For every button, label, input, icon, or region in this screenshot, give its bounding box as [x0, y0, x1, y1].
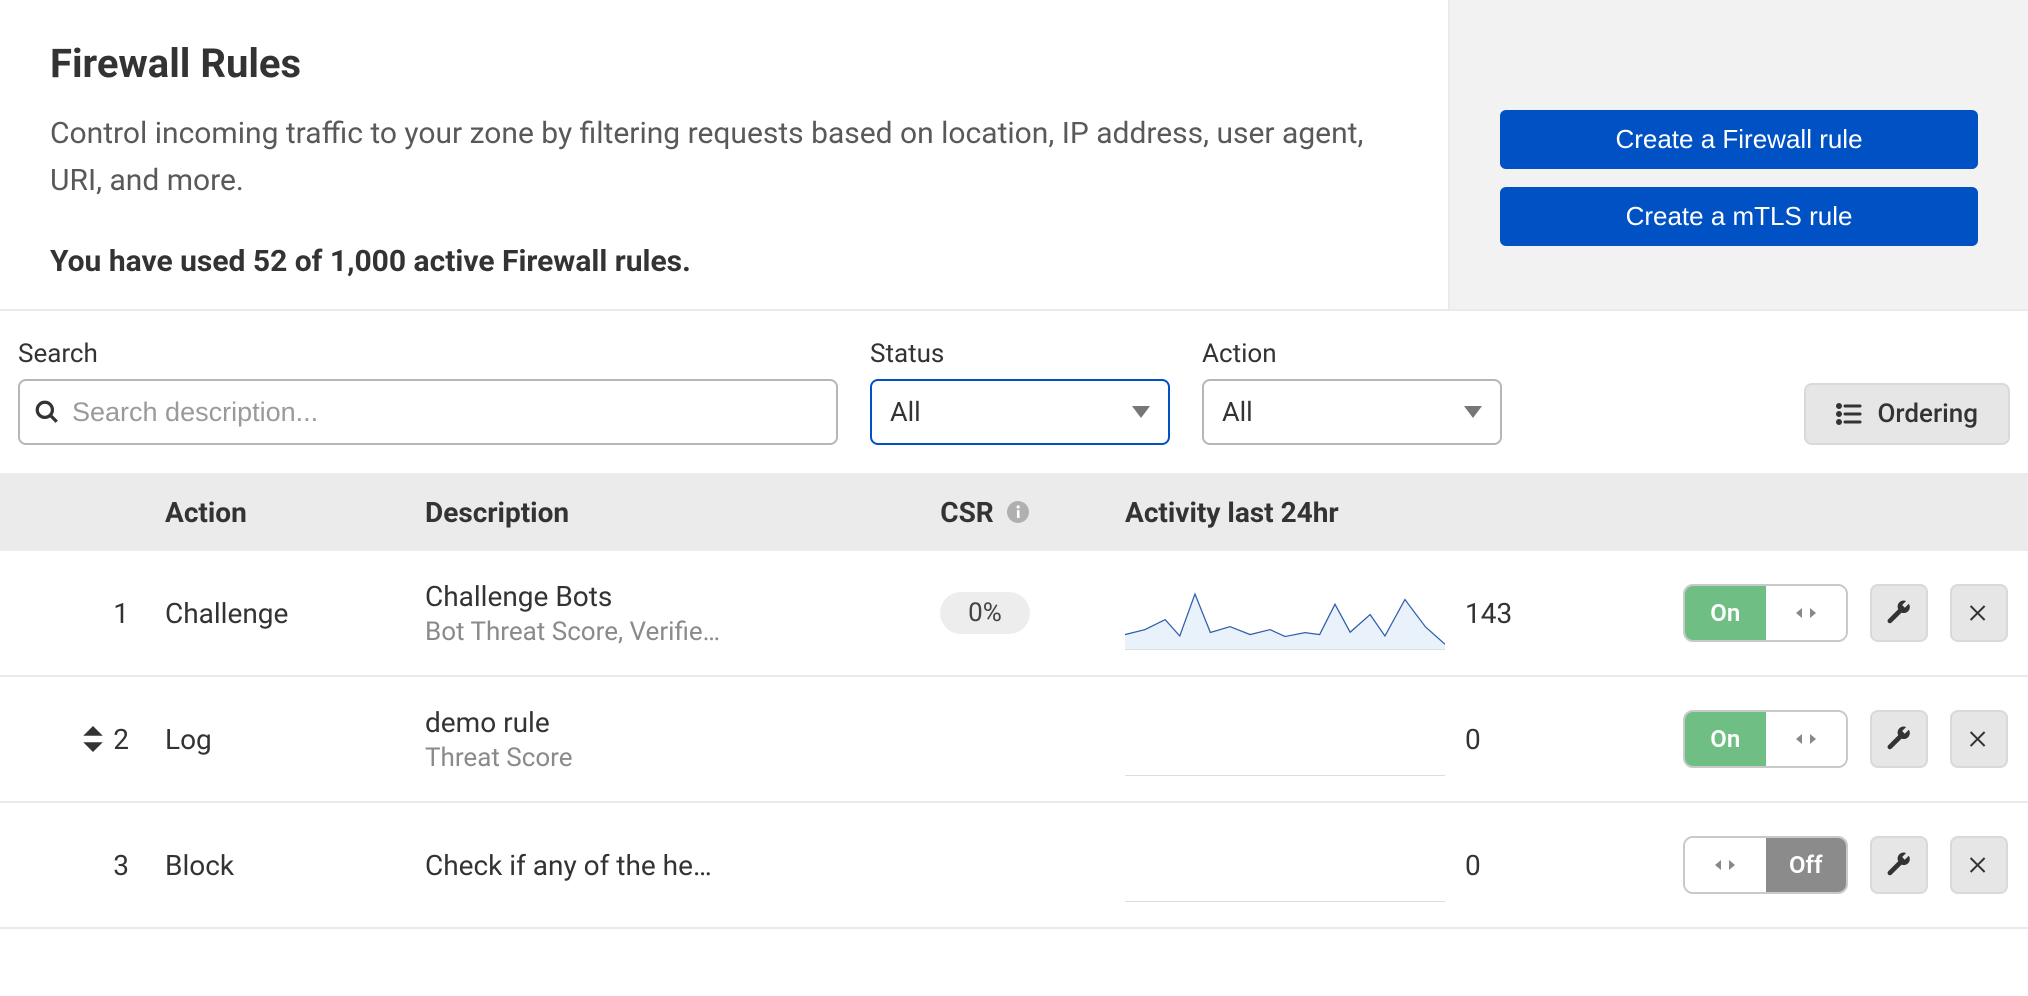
edit-button[interactable]	[1870, 836, 1928, 894]
create-firewall-rule-button[interactable]: Create a Firewall rule	[1500, 110, 1978, 169]
filters-bar: Search Status All Action All	[0, 311, 2028, 473]
activity-count: 0	[1465, 849, 1655, 882]
delete-button[interactable]	[1950, 584, 2008, 642]
status-select-value: All	[890, 396, 921, 428]
caret-down-icon	[1464, 406, 1482, 418]
col-csr: CSR	[845, 496, 1125, 529]
ordering-label: Ordering	[1878, 399, 1978, 429]
edit-button[interactable]	[1870, 584, 1928, 642]
action-select-value: All	[1222, 396, 1253, 428]
page-description: Control incoming traffic to your zone by…	[50, 111, 1370, 204]
status-label: Status	[870, 339, 1170, 369]
usage-line: You have used 52 of 1,000 active Firewal…	[50, 244, 1408, 279]
table-header: Action Description CSR Activity last 24h…	[0, 473, 2028, 551]
sparkline	[1125, 576, 1445, 650]
status-select[interactable]: All	[870, 379, 1170, 445]
sparkline	[1125, 702, 1445, 776]
row-index: 1	[113, 597, 129, 630]
row-index: 2	[113, 723, 129, 756]
col-action: Action	[165, 496, 425, 529]
activity-count: 0	[1465, 723, 1655, 756]
ordering-button[interactable]: Ordering	[1804, 383, 2010, 445]
row-subtitle: Bot Threat Score, Verifie…	[425, 617, 845, 647]
csr-pill: 0%	[940, 592, 1030, 634]
activity-count: 143	[1465, 597, 1655, 630]
row-action: Challenge	[165, 597, 425, 630]
action-label: Action	[1202, 339, 1502, 369]
row-action: Block	[165, 849, 425, 882]
row-title: demo rule	[425, 706, 845, 739]
table-row: 2 Logdemo rule Threat Score 0 On	[0, 677, 2028, 803]
search-icon	[34, 399, 60, 425]
search-box[interactable]	[18, 379, 838, 445]
page-title: Firewall Rules	[50, 40, 1408, 87]
list-icon	[1836, 403, 1862, 425]
table-row: 3 BlockCheck if any of the he… 0 Off	[0, 803, 2028, 929]
rules-table: Action Description CSR Activity last 24h…	[0, 473, 2028, 929]
create-mtls-rule-button[interactable]: Create a mTLS rule	[1500, 187, 1978, 246]
row-title: Check if any of the he…	[425, 849, 845, 882]
status-toggle[interactable]: Off	[1683, 836, 1848, 894]
delete-button[interactable]	[1950, 836, 2008, 894]
search-input[interactable]	[70, 396, 822, 429]
status-toggle[interactable]: On	[1683, 710, 1848, 768]
search-label: Search	[18, 339, 838, 369]
row-action: Log	[165, 723, 425, 756]
table-row: 1 ChallengeChallenge Bots Bot Threat Score…	[0, 551, 2028, 677]
row-title: Challenge Bots	[425, 580, 845, 613]
info-icon[interactable]	[1006, 500, 1030, 524]
caret-down-icon	[1132, 406, 1150, 418]
col-description: Description	[425, 496, 845, 529]
row-index: 3	[113, 849, 129, 882]
sort-handle-icon[interactable]	[83, 726, 103, 752]
sparkline	[1125, 828, 1445, 902]
action-select[interactable]: All	[1202, 379, 1502, 445]
row-subtitle: Threat Score	[425, 743, 845, 773]
edit-button[interactable]	[1870, 710, 1928, 768]
delete-button[interactable]	[1950, 710, 2008, 768]
col-activity: Activity last 24hr	[1125, 496, 1465, 529]
status-toggle[interactable]: On	[1683, 584, 1848, 642]
